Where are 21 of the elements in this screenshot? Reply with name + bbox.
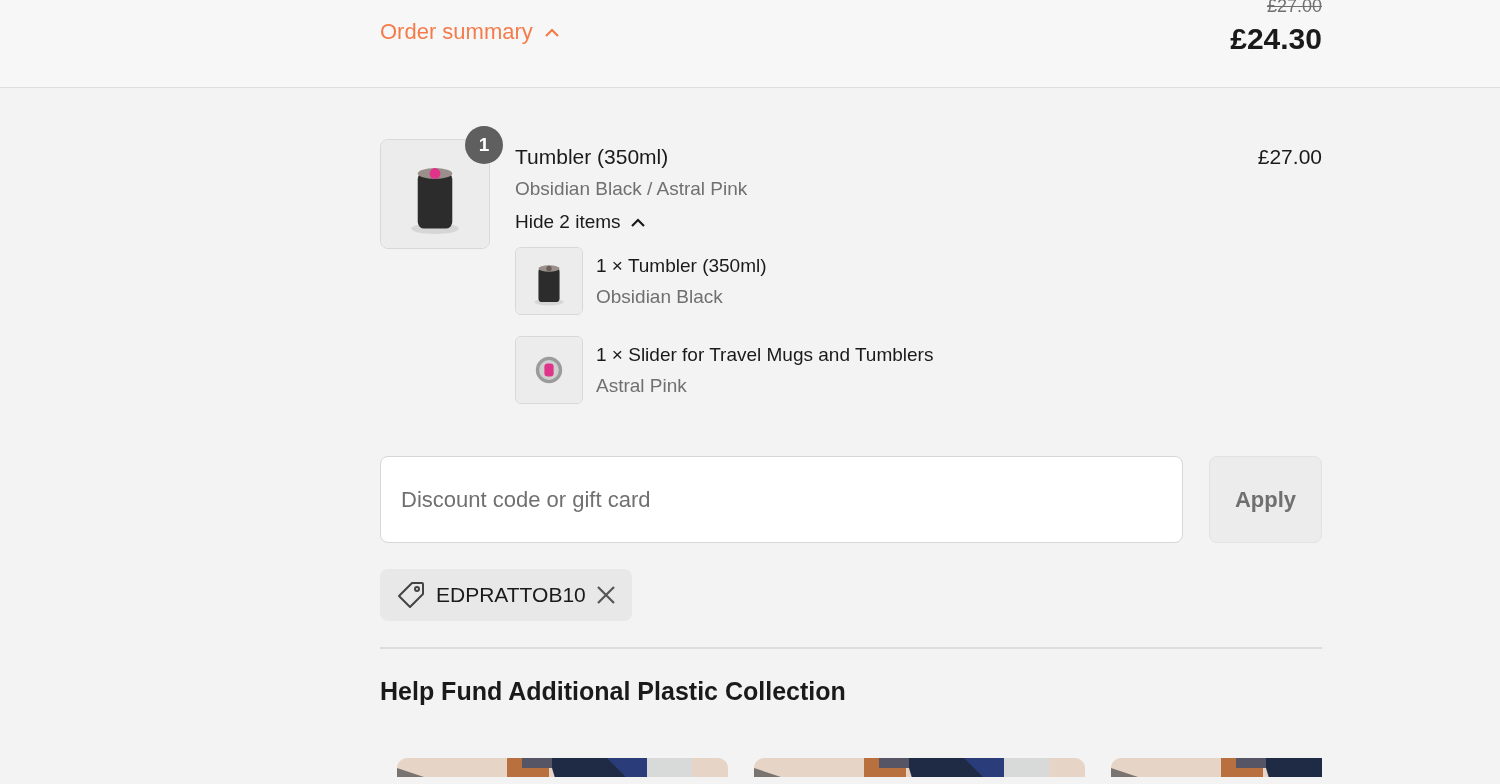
discount-code-field[interactable]: Discount code or gift card [380,456,1183,543]
total-price: £24.30 [1230,22,1322,56]
remove-button[interactable] [595,585,616,605]
hide-items-toggle[interactable]: Hide 2 items [515,211,645,233]
quantity-badge: 1 [465,126,503,164]
component-variant: Obsidian Black [596,286,724,308]
discount-code: EDPRATTOB10 [436,583,586,607]
component-name: 1 × Tumbler (350ml) [596,255,767,277]
close-icon [595,585,616,605]
product-price: £27.00 [1257,145,1322,169]
order-summary-toggle[interactable]: Order summary [380,19,559,45]
component-name: 1 × Slider for Travel Mugs and Tumblers [596,344,934,366]
product-variant: Obsidian Black / Astral Pink [515,178,749,200]
product-name: Tumbler (350ml) [515,145,669,169]
chevron-icon [544,27,559,37]
component-variant: Astral Pink [596,375,688,397]
original-price: £27.00 [1266,0,1322,14]
section-heading: Help Fund Additional Plastic Collection [380,677,847,706]
tag-icon [396,580,426,610]
chevron-icon [630,217,645,227]
apply-button[interactable]: Apply [1209,456,1322,543]
